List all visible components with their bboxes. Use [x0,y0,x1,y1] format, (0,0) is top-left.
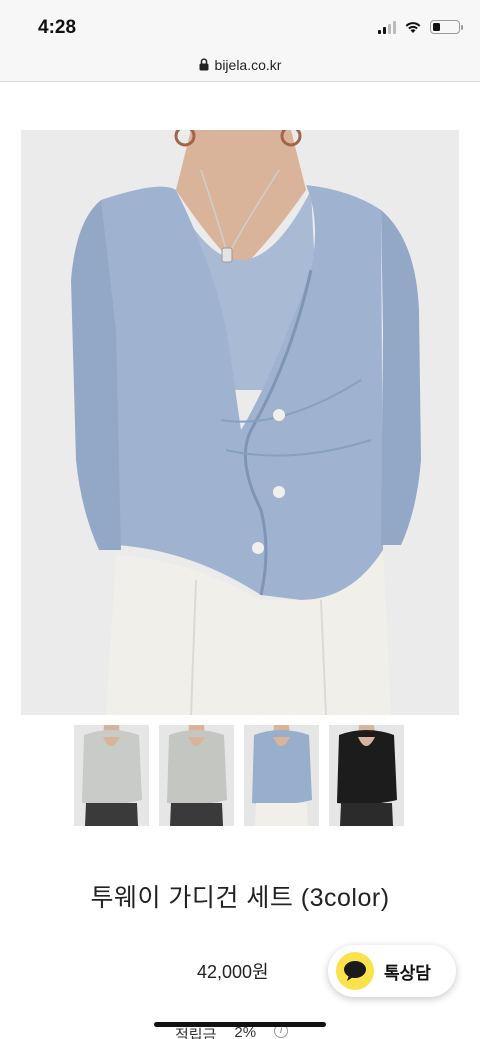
kakao-chat-label: 톡상담 [384,963,431,983]
cellular-signal-icon [378,20,396,34]
product-title: 투웨이 가디건 세트 (3color) [90,884,390,912]
status-bar: 4:28 [0,0,480,48]
thumbnail-blue[interactable] [244,725,319,826]
thumbnail-gray[interactable] [74,725,149,826]
kakao-talk-icon [336,952,374,990]
thumbnail-strip [74,725,404,826]
product-price: 42,000원 [197,962,269,982]
status-time: 4:28 [38,17,77,38]
product-main-image[interactable] [21,130,459,715]
battery-icon [430,20,463,34]
wifi-icon [405,22,421,33]
home-indicator [154,1022,326,1027]
kakao-chat-button[interactable]: 톡상담 [328,945,456,997]
url-text: bijela.co.kr [214,56,282,73]
thumbnail-black[interactable] [329,725,404,826]
status-icons [378,20,463,34]
thumbnail-gray-alt[interactable] [159,725,234,826]
url-bar[interactable]: bijela.co.kr [0,48,480,82]
lock-icon [199,58,209,71]
